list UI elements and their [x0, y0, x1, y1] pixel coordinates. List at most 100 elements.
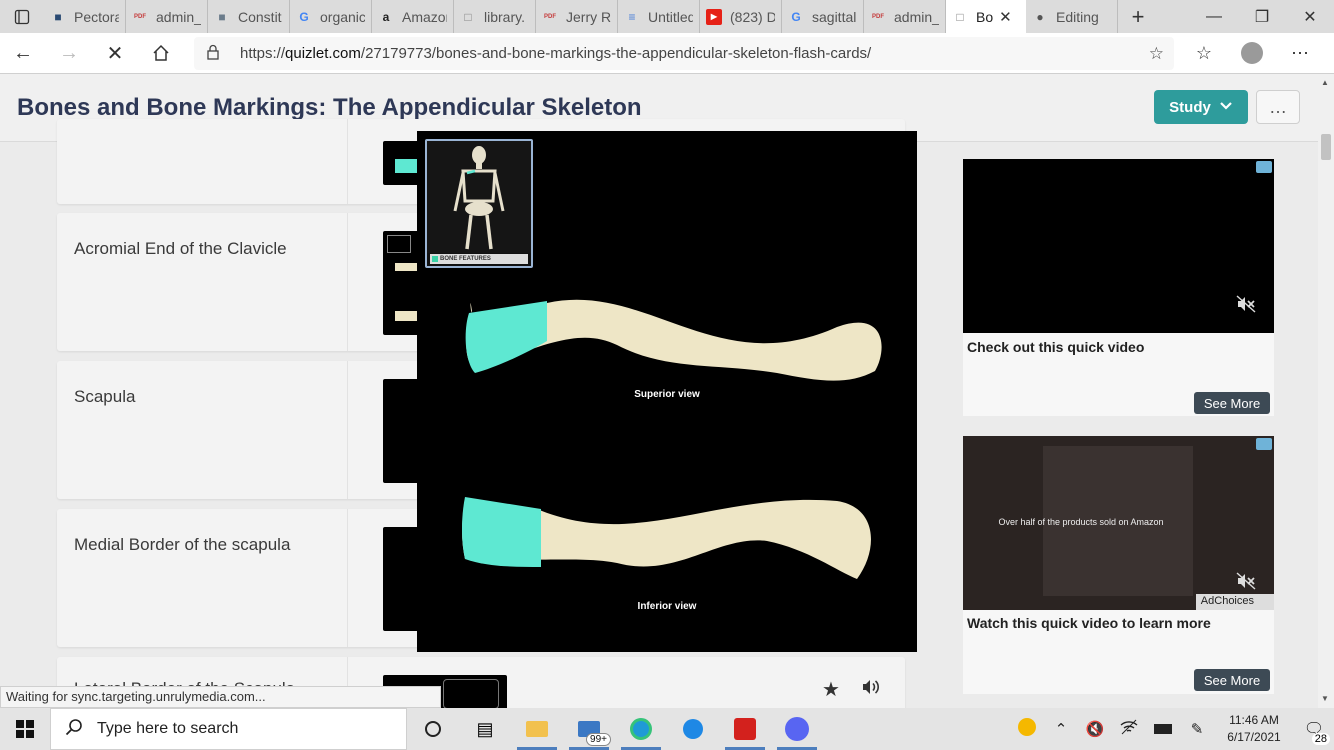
sync-icon: [683, 719, 703, 739]
acrobat-button[interactable]: [719, 708, 771, 750]
star-icon[interactable]: ★: [822, 677, 840, 702]
task-view-button[interactable]: ▤: [459, 708, 511, 750]
docs-icon: ≡: [628, 9, 636, 24]
avatar: [1241, 42, 1263, 64]
taskbar-search[interactable]: Type here to search: [50, 708, 407, 750]
ad-slot[interactable]: Over half of the products sold on Amazon…: [963, 436, 1274, 694]
stop-loading-button[interactable]: ✕: [92, 33, 138, 74]
cortana-icon: [425, 721, 441, 737]
back-button[interactable]: ←: [0, 33, 46, 74]
tab-label: Pectora: [74, 8, 119, 25]
discord-button[interactable]: [771, 708, 823, 750]
tab-actions-button[interactable]: [0, 0, 44, 33]
browser-tab[interactable]: Gsagittal: [782, 0, 864, 33]
see-more-button[interactable]: See More: [1194, 669, 1270, 691]
scroll-down-icon[interactable]: ▼: [1321, 694, 1329, 703]
mail-button[interactable]: 99+: [563, 708, 615, 750]
adchoices-icon[interactable]: [1256, 161, 1272, 173]
acromial-end-highlight: [462, 497, 541, 567]
inferior-view-label: Inferior view: [637, 601, 697, 612]
close-window-button[interactable]: ✕: [1286, 0, 1334, 33]
sync-app-button[interactable]: [667, 708, 719, 750]
browser-tab[interactable]: Gorganic: [290, 0, 372, 33]
scroll-up-icon[interactable]: ▲: [1321, 78, 1329, 87]
arrow-right-icon: →: [59, 41, 79, 64]
chevron-down-icon: [1219, 100, 1233, 114]
ad-video[interactable]: Over half of the products sold on Amazon…: [963, 436, 1274, 610]
study-button[interactable]: Study: [1154, 90, 1248, 124]
edge-button[interactable]: [615, 708, 667, 750]
windows-icon: [16, 720, 34, 738]
weather-icon[interactable]: [1010, 718, 1044, 740]
tab-label: Jerry R.: [566, 8, 611, 25]
ad-slot[interactable]: Check out this quick video See More: [963, 159, 1274, 416]
tab-label: Constit: [238, 8, 282, 25]
image-icon: ■: [54, 9, 62, 24]
speaker-icon[interactable]: [860, 677, 880, 703]
profile-button[interactable]: [1228, 42, 1276, 64]
google-icon: G: [299, 9, 309, 24]
close-tab-icon[interactable]: ✕: [999, 8, 1012, 26]
ad-video[interactable]: [963, 159, 1274, 333]
more-options-button[interactable]: …: [1256, 90, 1300, 124]
cortana-button[interactable]: [407, 708, 459, 750]
taskbar-clock[interactable]: 11:46 AM 6/17/2021: [1214, 712, 1294, 746]
image-preview-overlay[interactable]: BONE FEATURES Superior view Inferior vie…: [417, 131, 917, 652]
file-explorer-button[interactable]: [511, 708, 563, 750]
mute-icon[interactable]: [1236, 572, 1256, 595]
lock-icon[interactable]: [206, 44, 230, 63]
window-controls: — ❐ ✕: [1190, 0, 1334, 33]
system-tray: ⌃ 🔇 ✎ 11:46 AM 6/17/2021 🗨 28: [1010, 708, 1334, 750]
new-tab-button[interactable]: +: [1118, 4, 1158, 30]
adchoices-icon[interactable]: [1256, 438, 1272, 450]
page-scrollbar[interactable]: ▲ ▼: [1318, 74, 1334, 708]
browser-tab[interactable]: a Amazon: [372, 0, 454, 33]
page-icon: □: [464, 9, 472, 24]
browser-tab[interactable]: ≡ Untitled: [618, 0, 700, 33]
restore-icon: ❐: [1254, 8, 1270, 26]
tab-label: Amazon: [402, 8, 447, 25]
mute-icon[interactable]: [1236, 295, 1256, 318]
see-more-button[interactable]: See More: [1194, 392, 1270, 414]
screen: ■ Pectora PDF admin_ ■ Constit Gorganic a Amazon…: [0, 0, 1334, 750]
show-hidden-icons-button[interactable]: ⌃: [1044, 720, 1078, 738]
browser-tab[interactable]: □ Bo ✕: [946, 0, 1026, 33]
favorites-button[interactable]: ☆: [1180, 42, 1228, 64]
study-label: Study: [1169, 98, 1211, 116]
browser-tab[interactable]: ● Editing: [1026, 0, 1118, 33]
tab-label: organic: [320, 8, 365, 25]
browser-tab[interactable]: PDF admin_: [864, 0, 946, 33]
volume-muted-icon[interactable]: 🔇: [1078, 720, 1112, 738]
browser-tab[interactable]: PDF admin_: [126, 0, 208, 33]
start-button[interactable]: [0, 708, 50, 750]
add-favorite-icon[interactable]: ☆: [1149, 44, 1164, 64]
superior-view-label: Superior view: [634, 389, 700, 400]
minimize-icon: —: [1206, 7, 1222, 25]
browser-tab[interactable]: ▶ (823) D: [700, 0, 782, 33]
notification-center-button[interactable]: 🗨 28: [1294, 719, 1334, 745]
url-text[interactable]: https://quizlet.com/27179773/bones-and-b…: [240, 45, 871, 62]
ad-caption[interactable]: Watch this quick video to learn more: [967, 615, 1211, 631]
forward-button[interactable]: →: [46, 33, 92, 74]
image-icon: ■: [218, 9, 226, 24]
adchoices-link[interactable]: AdChoices: [1195, 594, 1274, 610]
settings-menu-button[interactable]: ⋯: [1276, 42, 1324, 64]
minimize-button[interactable]: —: [1190, 0, 1238, 33]
plus-icon: +: [1131, 3, 1145, 29]
wifi-icon[interactable]: [1112, 719, 1146, 739]
scrollbar-thumb[interactable]: [1321, 134, 1331, 160]
tab-label: (823) D: [730, 8, 775, 25]
ad-caption[interactable]: Check out this quick video: [967, 339, 1144, 355]
browser-tab[interactable]: PDF Jerry R.: [536, 0, 618, 33]
close-icon: ✕: [1303, 8, 1317, 26]
browser-tab[interactable]: ■ Pectora: [44, 0, 126, 33]
battery-icon[interactable]: [1146, 721, 1180, 738]
browser-tab[interactable]: □ library.: [454, 0, 536, 33]
browser-tab[interactable]: ■ Constit: [208, 0, 290, 33]
pen-icon[interactable]: ✎: [1180, 720, 1214, 738]
browser-toolbar: ← → ✕ https://quizlet.com/27179773/bones…: [0, 33, 1334, 74]
home-button[interactable]: [138, 33, 184, 74]
notification-count: 28: [1311, 733, 1330, 745]
address-bar[interactable]: https://quizlet.com/27179773/bones-and-b…: [194, 36, 1174, 70]
restore-button[interactable]: ❐: [1238, 0, 1286, 33]
